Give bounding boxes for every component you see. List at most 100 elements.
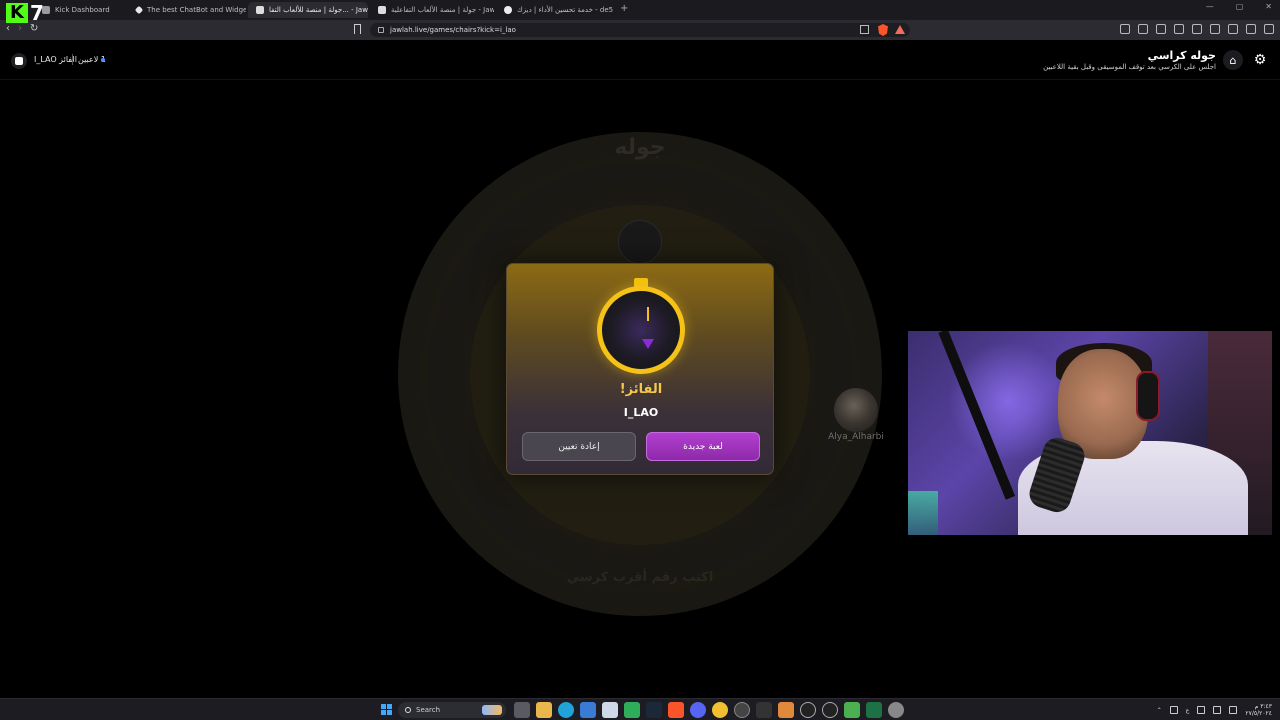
search-highlight-icon (482, 705, 502, 715)
battery-icon[interactable] (1229, 706, 1238, 714)
stopwatch-face (597, 286, 685, 374)
media-icon[interactable] (1156, 24, 1166, 34)
forward-icon[interactable]: › (18, 23, 22, 34)
clock-date: ٢٧/٥/٢٠٢٤ (1245, 710, 1272, 717)
app-icon[interactable] (778, 702, 794, 718)
obs-icon[interactable] (734, 702, 750, 718)
shield-icon[interactable] (1246, 24, 1256, 34)
gear-icon: ⚙ (1253, 52, 1267, 68)
tab-favicon-icon (378, 6, 386, 14)
maximize-button[interactable]: ▢ (1236, 2, 1244, 11)
new-game-button[interactable]: لعبة جديدة (646, 432, 760, 461)
window-controls: — ▢ ✕ (1206, 2, 1272, 11)
settings-icon[interactable] (888, 702, 904, 718)
tab-favicon-icon (256, 6, 264, 14)
extension-icon[interactable] (1138, 24, 1148, 34)
game-page: الفائز I_LAO 1 لاعبين جوله كراسي اجلس عل… (0, 40, 1280, 698)
file-explorer-icon[interactable] (536, 702, 552, 718)
winner-title: الفائز! (619, 382, 663, 397)
brave-rewards-icon[interactable] (895, 25, 905, 34)
board-hint-text: اكتب رقم أقرب كرسي (566, 570, 714, 585)
tab-favicon-icon (134, 5, 144, 15)
taskbar-search[interactable]: Search (398, 702, 506, 718)
menu-icon[interactable] (1264, 24, 1274, 34)
tab-title: جولة | منصة للألعاب التفا... - Jawlah (269, 6, 368, 14)
minimize-button[interactable]: — (1206, 2, 1214, 11)
online-dot-icon (101, 58, 105, 62)
address-bar[interactable]: jawlah.live/games/chairs?kick=i_lao (370, 23, 910, 37)
search-placeholder: Search (416, 706, 441, 714)
tab-title: جولة | منصة الألعاب التفاعلية - Jawlah (391, 6, 494, 14)
microphone-tray-icon[interactable] (1169, 706, 1178, 714)
browser-toolbar: ‹ › ↻ jawlah.live/games/chairs?kick=i_la… (0, 20, 1280, 40)
tab-title: خدمة تحسين الأداء | ديزك - de5 (517, 6, 614, 14)
xbox-icon[interactable] (624, 702, 640, 718)
divider (72, 54, 73, 65)
game-subtitle: اجلس على الكرسي بعد توقف الموسيقى وقبل ب… (1043, 63, 1216, 71)
app-icon[interactable] (712, 702, 728, 718)
photos-icon[interactable] (602, 702, 618, 718)
share-icon[interactable] (860, 25, 869, 34)
kick-logo-letter: K (6, 3, 28, 23)
tab-de5[interactable]: خدمة تحسين الأداء | ديزك - de5 (496, 2, 616, 18)
brave-icon[interactable] (668, 702, 684, 718)
board-brand-text: جوله (614, 135, 666, 160)
winner-modal: الفائز! I_LAO إعادة تعيين لعبة جديدة (506, 263, 774, 475)
app-icon[interactable] (844, 702, 860, 718)
close-window-button[interactable]: ✕ (1265, 2, 1272, 11)
site-info-icon[interactable] (378, 27, 384, 33)
volume-icon[interactable] (1213, 706, 1222, 714)
tab-jawlah-active[interactable]: جولة | منصة للألعاب التفا... - Jawlah ✕ (248, 2, 368, 18)
page-header: الفائز I_LAO 1 لاعبين جوله كراسي اجلس عل… (0, 40, 1280, 80)
windows-taskbar: Search ⌃ ع ٣:٤٣ م ٢٧/٥/٢٠٢٤ (0, 698, 1280, 720)
settings-button[interactable]: ⚙ (1250, 50, 1270, 70)
app-icon[interactable] (800, 702, 816, 718)
winner-name: I_LAO (623, 406, 659, 419)
extension-icon[interactable] (1120, 24, 1130, 34)
network-icon[interactable] (1197, 706, 1206, 714)
kick-overlay-logo: K 7 (6, 2, 44, 24)
chair-slot (618, 220, 662, 264)
back-icon[interactable]: ‹ (6, 23, 10, 34)
start-button[interactable] (381, 704, 392, 715)
excel-icon[interactable] (866, 702, 882, 718)
store-icon[interactable] (580, 702, 596, 718)
app-icon[interactable] (822, 702, 838, 718)
bookmark-icon[interactable] (354, 24, 361, 34)
discord-icon[interactable] (690, 702, 706, 718)
wallet-icon[interactable] (1210, 24, 1220, 34)
taskbar-apps (514, 702, 904, 718)
tab-title: Kick Dashboard (55, 6, 110, 14)
home-button[interactable]: ⌂ (1223, 50, 1243, 70)
avatar (834, 388, 878, 432)
reset-button[interactable]: إعادة تعيين (522, 432, 636, 461)
stopwatch-hand (647, 307, 649, 321)
clock[interactable]: ٣:٤٣ م ٢٧/٥/٢٠٢٤ (1245, 703, 1272, 717)
edge-icon[interactable] (558, 702, 574, 718)
tab-jawlah[interactable]: جولة | منصة الألعاب التفاعلية - Jawlah (370, 2, 494, 18)
app-icon[interactable] (756, 702, 772, 718)
vpn-icon[interactable] (1228, 24, 1238, 34)
keyboard-glow (908, 491, 938, 535)
sidebar-icon[interactable] (1192, 24, 1202, 34)
tab-kick-dashboard[interactable]: Kick Dashboard (34, 2, 126, 18)
url-text: jawlah.live/games/chairs?kick=i_lao (390, 26, 516, 34)
reading-list-icon[interactable] (1174, 24, 1184, 34)
jawlah-logo[interactable] (11, 53, 27, 69)
game-title: جوله كراسي (1147, 49, 1216, 62)
player-name: Alya_Alharbi (828, 432, 884, 442)
language-indicator[interactable]: ع (1186, 707, 1190, 714)
gem-icon (642, 339, 654, 349)
clock-time: ٣:٤٣ م (1254, 703, 1272, 710)
kick-logo-number: 7 (30, 1, 44, 25)
home-icon: ⌂ (1229, 53, 1237, 67)
new-tab-button[interactable]: + (620, 3, 628, 14)
headphone-icon (1136, 371, 1160, 421)
stopwatch-icon (595, 278, 687, 374)
tab-title: The best ChatBot and Widgets for K... (147, 6, 246, 14)
tab-chatbot[interactable]: The best ChatBot and Widgets for K... (128, 2, 246, 18)
search-icon (405, 707, 411, 713)
steam-icon[interactable] (646, 702, 662, 718)
task-view-icon[interactable] (514, 702, 530, 718)
tray-chevron-icon[interactable]: ⌃ (1157, 707, 1162, 714)
